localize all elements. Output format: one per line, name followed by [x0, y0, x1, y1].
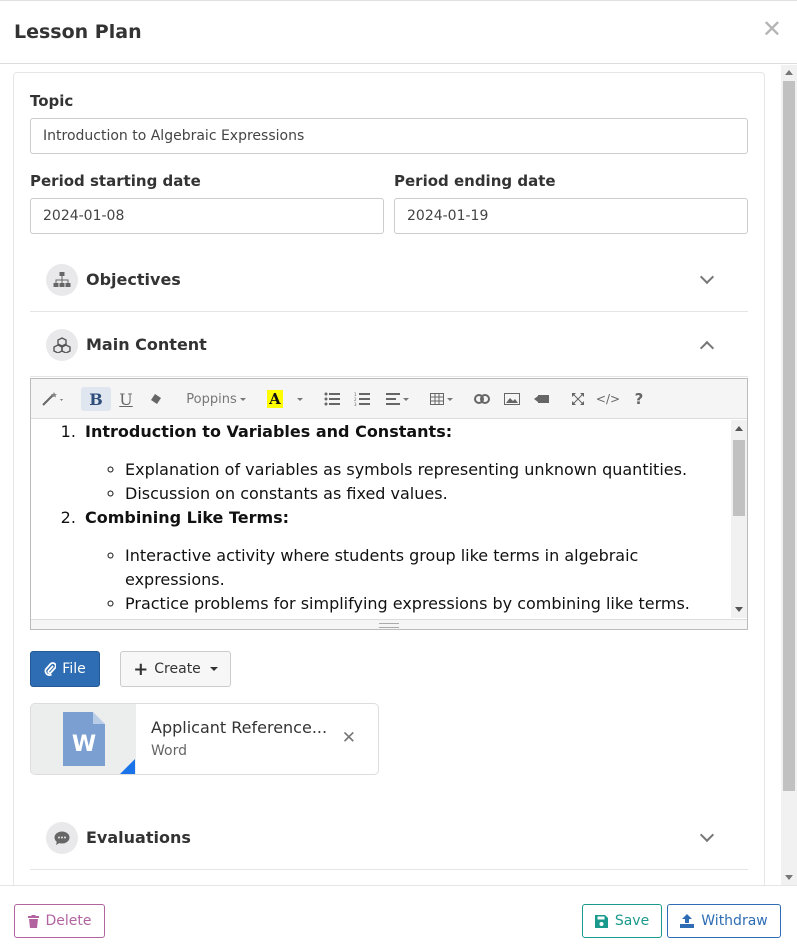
delete-button[interactable]: Delete	[14, 904, 105, 938]
modal-header: Lesson Plan ✕	[0, 0, 797, 64]
editor-resize-handle[interactable]	[31, 619, 747, 629]
word-file-thumbnail: W	[31, 704, 136, 774]
section-title-evaluations: Evaluations	[86, 828, 191, 847]
create-button[interactable]: + Create	[120, 651, 231, 687]
section-objectives[interactable]: Objectives	[30, 248, 748, 312]
list-item: Discussion on constants as fixed values.	[125, 482, 721, 506]
word-document-icon: W	[63, 712, 105, 766]
save-button-label: Save	[614, 913, 650, 929]
file-button[interactable]: File	[30, 651, 100, 687]
list-item: Practice problems for simplifying expres…	[125, 592, 721, 616]
chevron-down-icon[interactable]	[699, 269, 715, 285]
delete-button-label: Delete	[45, 913, 92, 929]
list-item: Explanation of variables as symbols repr…	[125, 458, 721, 482]
list-item: Combining Like Terms: Interactive activi…	[81, 506, 721, 616]
list-item: Interactive activity where students grou…	[125, 544, 721, 592]
end-date-label: Period ending date	[394, 172, 556, 190]
chevron-up-icon[interactable]	[699, 340, 715, 356]
underline-button[interactable]: U	[113, 387, 139, 411]
topic-input[interactable]: Introduction to Algebraic Expressions	[30, 118, 748, 154]
code-view-icon[interactable]: </>	[596, 387, 620, 411]
ordered-list-icon[interactable]: 123	[351, 387, 373, 411]
attachment-card[interactable]: W Applicant Reference... Word ✕	[30, 703, 379, 775]
cubes-icon	[46, 329, 78, 361]
item-title: Combining Like Terms:	[85, 508, 290, 527]
table-icon[interactable]	[427, 387, 455, 411]
scroll-thumb[interactable]	[783, 81, 795, 791]
section-evaluations[interactable]: Evaluations	[30, 806, 748, 870]
withdraw-button[interactable]: Withdraw	[667, 904, 781, 938]
item-title: Introduction to Variables and Constants:	[85, 422, 453, 441]
section-main-content[interactable]: Main Content	[30, 313, 748, 377]
image-icon[interactable]	[501, 387, 523, 411]
close-icon[interactable]: ✕	[762, 17, 782, 41]
upload-icon	[680, 914, 695, 928]
topic-label: Topic	[30, 92, 74, 110]
list-item: Introduction to Variables and Constants:…	[81, 420, 721, 506]
eraser-icon[interactable]	[143, 387, 169, 411]
scroll-down-arrow[interactable]	[785, 875, 793, 880]
trash-icon	[27, 914, 39, 928]
modal-footer: Delete Save Withdraw	[0, 885, 797, 951]
remove-attachment-icon[interactable]: ✕	[342, 728, 356, 748]
link-icon[interactable]	[471, 387, 493, 411]
withdraw-button-label: Withdraw	[701, 913, 768, 929]
editor-toolbar: B U Poppins A 123 </> ?	[31, 379, 747, 419]
floppy-disk-icon	[594, 914, 608, 928]
editor-content[interactable]: Introduction to Variables and Constants:…	[31, 420, 747, 618]
create-button-label: Create	[154, 661, 201, 677]
chevron-down-icon[interactable]	[699, 827, 715, 843]
plus-icon: +	[133, 658, 149, 680]
fullscreen-icon[interactable]	[567, 387, 589, 411]
text-color-icon[interactable]: A	[265, 387, 285, 411]
magic-wand-icon[interactable]	[39, 387, 69, 411]
editor-scrollbar[interactable]	[731, 420, 747, 618]
comment-icon	[46, 822, 78, 854]
file-button-label: File	[62, 661, 86, 677]
word-icon-letter: W	[71, 732, 97, 757]
svg-text:3: 3	[354, 402, 357, 406]
section-title-main-content: Main Content	[86, 335, 207, 354]
color-caret-icon[interactable]	[291, 387, 305, 411]
start-date-input[interactable]: 2024-01-08	[30, 198, 384, 234]
end-date-input[interactable]: 2024-01-19	[394, 198, 748, 234]
font-name: Poppins	[186, 391, 237, 407]
modal-body: Topic Introduction to Algebraic Expressi…	[0, 65, 797, 885]
bold-button[interactable]: B	[81, 387, 111, 411]
video-icon[interactable]	[531, 387, 553, 411]
modal-scrollbar[interactable]	[781, 65, 797, 885]
font-family-select[interactable]: Poppins	[181, 387, 251, 411]
start-date-label: Period starting date	[30, 172, 201, 190]
svg-text:A: A	[268, 390, 281, 408]
sitemap-icon	[46, 264, 78, 296]
help-icon[interactable]: ?	[629, 387, 649, 411]
file-corner-badge	[120, 759, 135, 774]
unordered-list-icon[interactable]	[321, 387, 343, 411]
rich-text-editor: B U Poppins A 123 </> ? 1. Introduction …	[30, 378, 748, 630]
attachment-type: Word	[151, 743, 187, 759]
paperclip-icon	[44, 662, 57, 676]
modal-title: Lesson Plan	[14, 21, 142, 43]
caret-down-icon	[209, 667, 218, 671]
attachment-name: Applicant Reference...	[151, 718, 328, 737]
section-title-objectives: Objectives	[86, 270, 181, 289]
align-icon[interactable]	[383, 387, 411, 411]
scroll-up-arrow[interactable]	[785, 70, 793, 75]
save-button[interactable]: Save	[582, 904, 662, 938]
